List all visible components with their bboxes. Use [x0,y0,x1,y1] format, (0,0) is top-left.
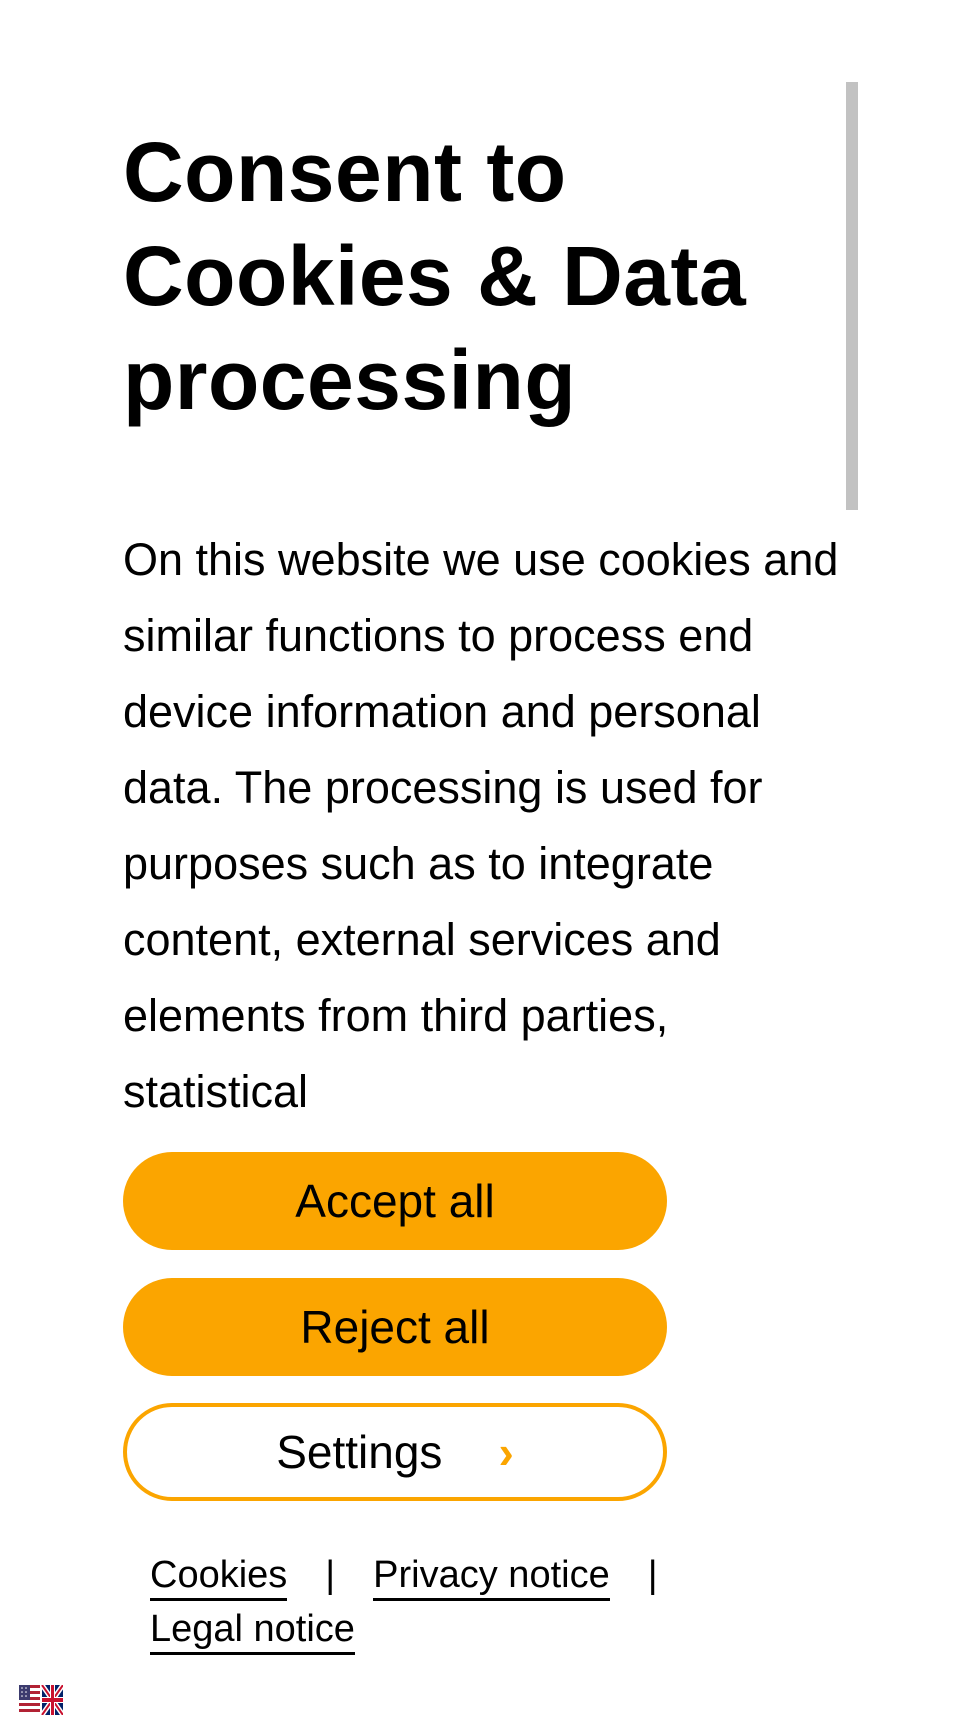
chevron-right-icon: › [498,1426,514,1478]
scrollbar-thumb[interactable] [846,82,858,510]
legal-notice-link[interactable]: Legal notice [150,1608,355,1655]
settings-label: Settings [276,1426,443,1478]
dialog-title: Consent to Cookies & Data processing [123,125,747,427]
accept-all-label: Accept all [295,1175,495,1227]
cookies-link[interactable]: Cookies [150,1554,288,1601]
cookie-consent-dialog: Consent to Cookies & Data processing On … [0,0,972,1728]
dialog-body-text: On this website we use cookies and simil… [123,534,839,1117]
settings-button[interactable]: Settings › [123,1403,667,1501]
reject-all-button[interactable]: Reject all [123,1278,667,1376]
language-flag-icon[interactable] [19,1685,63,1715]
link-separator: | [325,1554,336,1596]
scrollbar[interactable] [846,82,858,1142]
link-separator: | [647,1554,658,1596]
accept-all-button[interactable]: Accept all [123,1152,667,1250]
reject-all-label: Reject all [300,1301,490,1353]
privacy-notice-link[interactable]: Privacy notice [373,1554,610,1601]
us-uk-flag-icon [19,1685,63,1715]
consent-scroll-region[interactable]: Consent to Cookies & Data processing On … [123,120,843,1140]
footer-links: Cookies | Privacy notice | Legal notice [150,1548,710,1656]
